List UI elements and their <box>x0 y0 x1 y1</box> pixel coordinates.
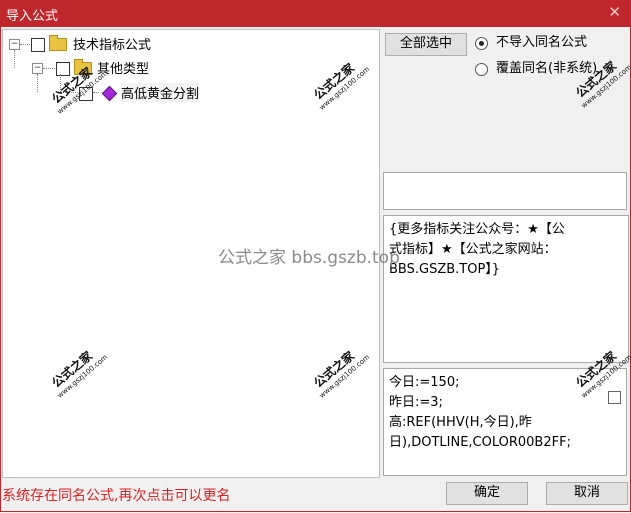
tree-connector <box>37 74 38 92</box>
tree-root-label[interactable]: 技术指标公式 <box>73 34 151 53</box>
ok-button[interactable]: 确定 <box>446 482 528 505</box>
tree-connector <box>93 92 99 93</box>
root-checkbox[interactable] <box>31 38 45 52</box>
watermark-text: 公式之家 bbs.gszb.top <box>218 248 400 268</box>
root-expander[interactable]: − <box>9 39 20 50</box>
code-text: 今日:=150; 昨日:=3; 高:REF(HHV(H,今日),昨 日),DOT… <box>389 375 571 450</box>
formula-icon <box>101 85 118 102</box>
radio-skip-same-name[interactable] <box>475 37 488 50</box>
title-bar: 导入公式 ✕ <box>0 0 631 27</box>
group-expander[interactable]: − <box>32 63 43 74</box>
description-box[interactable]: {更多指标关注公众号：★【公 式指标】★【公式之家网站： BBS.GSZB.TO… <box>383 215 629 363</box>
tree-connector <box>14 50 15 68</box>
tree-connector <box>20 44 30 45</box>
code-checkbox[interactable] <box>608 391 621 404</box>
rename-input[interactable] <box>383 172 627 210</box>
folder-icon <box>49 35 67 51</box>
cancel-button[interactable]: 取消 <box>546 482 628 505</box>
group-checkbox[interactable] <box>56 62 70 76</box>
status-message: 系统存在同名公式,再次点击可以更名 <box>2 488 231 504</box>
select-all-button[interactable]: 全部选中 <box>385 33 467 56</box>
radio-overwrite-label[interactable]: 覆盖同名(非系统) <box>496 61 597 77</box>
close-icon[interactable]: ✕ <box>608 3 621 21</box>
window-title: 导入公式 <box>6 9 59 24</box>
tree-item-label[interactable]: 高低黄金分割 <box>121 83 200 102</box>
description-text: {更多指标关注公众号：★【公 式指标】★【公式之家网站： BBS.GSZB.TO… <box>389 222 565 277</box>
tree-connector <box>43 68 55 69</box>
radio-overwrite-same-name[interactable] <box>475 63 488 76</box>
radio-skip-label[interactable]: 不导入同名公式 <box>496 35 587 51</box>
